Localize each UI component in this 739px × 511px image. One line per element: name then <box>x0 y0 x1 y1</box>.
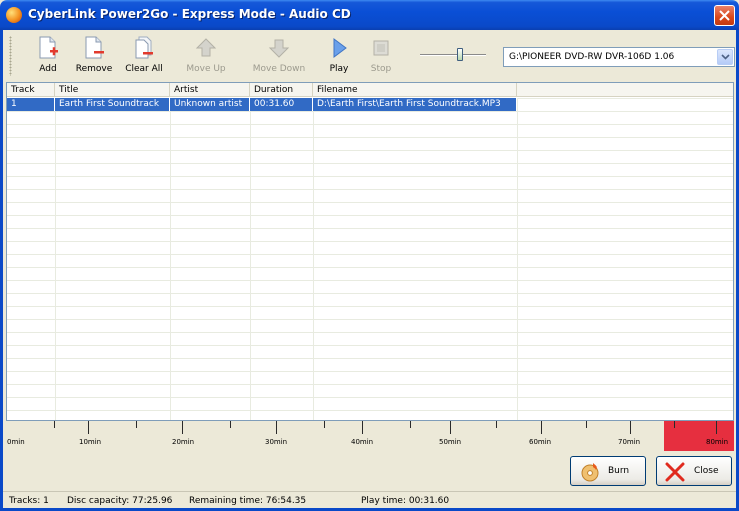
table-row[interactable]: 1 Earth First Soundtrack Unknown artist … <box>7 98 517 111</box>
close-icon <box>665 462 685 482</box>
window-title: CyberLink Power2Go - Express Mode - Audi… <box>28 7 351 21</box>
tick-major <box>88 421 89 434</box>
cell-artist: Unknown artist <box>170 98 250 111</box>
clear-all-label: Clear All <box>125 64 163 74</box>
cell-track: 1 <box>7 98 55 111</box>
tick-major <box>630 421 631 434</box>
remove-file-icon <box>85 36 104 59</box>
tick-major <box>450 421 451 434</box>
drive-dropdown-button[interactable] <box>717 49 733 65</box>
drive-select[interactable]: G:\PIONEER DVD-RW DVR-106D 1.06 <box>503 47 735 67</box>
add-button[interactable]: Add <box>31 34 65 80</box>
tick-minor <box>410 421 411 428</box>
stop-label: Stop <box>370 64 392 74</box>
cell-duration: 00:31.60 <box>250 98 313 111</box>
move-up-icon <box>195 38 217 57</box>
capacity-label-50: 50min <box>439 438 462 446</box>
add-file-icon <box>39 36 58 59</box>
column-track[interactable]: Track <box>7 83 55 97</box>
capacity-label-20: 20min <box>172 438 195 446</box>
tick-minor <box>674 421 675 428</box>
burn-label: Burn <box>608 466 630 476</box>
burn-disc-icon <box>581 463 599 482</box>
status-play-time: Play time: 00:31.60 <box>361 496 450 506</box>
stop-button[interactable]: Stop <box>365 34 397 80</box>
capacity-label-10: 10min <box>79 438 102 446</box>
volume-slider-track <box>420 54 486 56</box>
column-duration[interactable]: Duration <box>250 83 313 97</box>
toolbar: Add Remove Clear All Move Up Move Down P… <box>3 30 736 80</box>
move-down-button[interactable]: Move Down <box>249 34 309 80</box>
tick-minor <box>496 421 497 428</box>
status-tracks: Tracks: 1 <box>9 496 49 506</box>
column-title[interactable]: Title <box>55 83 170 97</box>
tick-major <box>541 421 542 434</box>
move-up-label: Move Up <box>186 64 226 74</box>
tick-major <box>182 421 183 434</box>
tick-major <box>276 421 277 434</box>
status-remaining-time: Remaining time: 76:54.35 <box>189 496 307 506</box>
tick-major <box>716 421 717 434</box>
burn-button[interactable]: Burn <box>570 456 646 486</box>
tick-minor <box>586 421 587 428</box>
track-list-header: Track Title Artist Duration Filename <box>7 83 733 97</box>
disc-capacity-bar: 0min 10min 20min 30min 40min 50min 60min… <box>6 420 734 451</box>
move-down-label: Move Down <box>252 64 306 74</box>
clear-all-button[interactable]: Clear All <box>121 34 167 80</box>
tick-minor <box>54 421 55 428</box>
capacity-label-0: 0min <box>7 438 25 446</box>
tick-minor <box>324 421 325 428</box>
column-divider <box>170 98 171 421</box>
move-up-button[interactable]: Move Up <box>181 34 231 80</box>
cell-filename: D:\Earth First\Earth First Soundtrack.MP… <box>313 98 517 111</box>
capacity-label-30: 30min <box>265 438 288 446</box>
title-bar[interactable]: CyberLink Power2Go - Express Mode - Audi… <box>0 0 739 30</box>
close-icon <box>719 10 730 21</box>
chevron-down-icon <box>721 54 730 60</box>
volume-slider-thumb[interactable] <box>457 48 463 61</box>
play-label: Play <box>329 64 349 74</box>
capacity-label-70: 70min <box>618 438 641 446</box>
track-list-body[interactable] <box>7 98 733 421</box>
volume-slider[interactable] <box>420 48 486 62</box>
stop-icon <box>373 40 389 56</box>
status-bar: Tracks: 1 Disc capacity: 77:25.96 Remain… <box>3 491 736 508</box>
column-filename[interactable]: Filename <box>313 83 517 97</box>
close-button[interactable]: Close <box>656 456 732 486</box>
column-artist[interactable]: Artist <box>170 83 250 97</box>
remove-button[interactable]: Remove <box>71 34 117 80</box>
drive-select-value: G:\PIONEER DVD-RW DVR-106D 1.06 <box>509 52 675 62</box>
close-label: Close <box>694 466 719 476</box>
add-label: Add <box>39 64 57 74</box>
tick-major <box>362 421 363 434</box>
power2go-icon <box>6 7 22 23</box>
column-divider <box>517 98 518 421</box>
toolbar-grip[interactable] <box>9 36 12 76</box>
capacity-label-60: 60min <box>529 438 552 446</box>
play-icon <box>333 38 347 58</box>
clear-all-icon <box>135 36 153 59</box>
move-down-icon <box>268 39 290 58</box>
cell-title: Earth First Soundtrack <box>55 98 170 111</box>
capacity-label-80: 80min <box>706 438 729 446</box>
window-close-button[interactable] <box>714 5 735 26</box>
tick-minor <box>136 421 137 428</box>
column-divider <box>250 98 251 421</box>
tick-minor <box>230 421 231 428</box>
status-disc-capacity: Disc capacity: 77:25.96 <box>67 496 173 506</box>
remove-label: Remove <box>75 64 113 74</box>
play-button[interactable]: Play <box>323 34 355 80</box>
track-list[interactable]: Track Title Artist Duration Filename 1 E… <box>6 82 734 422</box>
column-divider <box>55 98 56 421</box>
capacity-label-40: 40min <box>351 438 374 446</box>
column-divider <box>313 98 314 421</box>
